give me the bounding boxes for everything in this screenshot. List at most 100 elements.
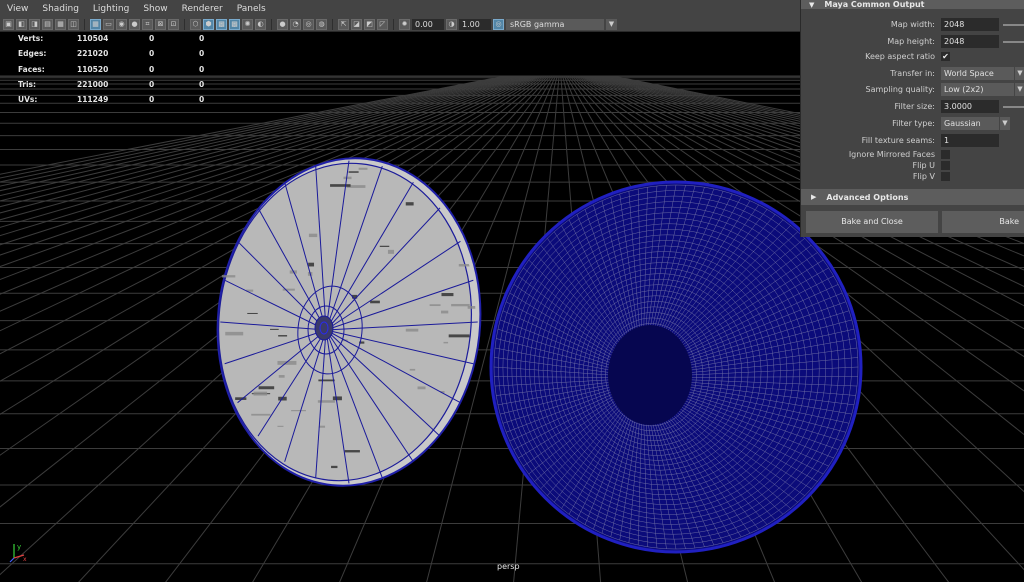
left-disc-mesh: [216, 157, 487, 487]
map-width-row: Map width: 2048: [801, 18, 1024, 32]
shadows-icon[interactable]: ◐: [255, 18, 266, 30]
right-dense-mesh: [489, 180, 863, 554]
resolution-gate-icon[interactable]: ▭: [103, 18, 114, 30]
hud-value: 110520: [77, 64, 109, 74]
chevron-down-icon[interactable]: ▼: [1015, 83, 1024, 96]
sampling-label: Sampling quality:: [865, 85, 935, 94]
color-management-icon[interactable]: ◎: [493, 18, 504, 30]
grid-toggle-icon[interactable]: ▦: [55, 18, 66, 30]
safe-action-icon[interactable]: ⌗: [142, 18, 153, 30]
xray-icon[interactable]: ⊡: [168, 18, 179, 30]
hud-label: Verts:: [18, 34, 44, 43]
safe-title-icon[interactable]: ⊠: [155, 18, 166, 30]
gamma-icon[interactable]: ◑: [446, 18, 457, 30]
filter-size-row: Filter size: 3.0000: [801, 100, 1024, 114]
flip-u-label: Flip U: [912, 161, 935, 170]
fill-seams-field[interactable]: 1: [941, 134, 999, 147]
map-height-field[interactable]: 2048: [941, 35, 999, 48]
film-gate-icon[interactable]: ◫: [68, 18, 79, 30]
gamma-field[interactable]: 1.00: [459, 18, 491, 30]
motion-blur-icon[interactable]: ◔: [290, 18, 301, 30]
section-title: Advanced Options: [826, 192, 909, 202]
default-material-icon[interactable]: ▩: [216, 18, 227, 30]
chevron-down-icon[interactable]: ▼: [606, 18, 617, 30]
sampling-row: Sampling quality: Low (2x2) ▼: [801, 83, 1024, 97]
bake-buttons: Bake and Close Bake: [801, 211, 1024, 235]
toolbar-separator: [184, 18, 185, 30]
keep-aspect-checkbox[interactable]: ✔: [941, 52, 950, 61]
depth-of-field-icon[interactable]: ◍: [316, 18, 327, 30]
section-header-common-output[interactable]: ▼ Maya Common Output: [801, 0, 1024, 9]
axis-gizmo-icon: y x: [9, 543, 27, 563]
textured-icon[interactable]: ▩: [229, 18, 240, 30]
menu-shading[interactable]: Shading: [35, 4, 86, 14]
hud-value: 0: [199, 34, 205, 43]
bake-and-close-button[interactable]: Bake and Close: [806, 211, 938, 233]
axis-y-label: y: [17, 543, 21, 551]
filter-size-slider[interactable]: [1003, 106, 1024, 108]
transfer-in-dropdown[interactable]: World Space: [941, 67, 1014, 80]
fill-seams-row: Fill texture seams: 1: [801, 134, 1024, 148]
screen-space-ao-icon[interactable]: ●: [277, 18, 288, 30]
hud-value: 0: [149, 34, 155, 43]
wireframe-shaded-icon[interactable]: ⬡: [190, 18, 201, 30]
filter-type-row: Filter type: Gaussian ▼: [801, 117, 1024, 131]
collapse-triangle-icon: ▼: [809, 0, 815, 9]
toolbar-separator: [332, 18, 333, 30]
map-height-label: Map height:: [887, 37, 935, 46]
menu-lighting[interactable]: Lighting: [86, 4, 136, 14]
hud-value: 0: [149, 64, 155, 74]
filter-size-field[interactable]: 3.0000: [941, 100, 999, 113]
xray-joints-icon[interactable]: ◪: [351, 18, 362, 30]
gate-mask-icon[interactable]: ◉: [116, 18, 127, 30]
wireframe-icon[interactable]: ▦: [90, 18, 101, 30]
xray-active-icon[interactable]: ◩: [364, 18, 375, 30]
toolbar-separator: [271, 18, 272, 30]
hud-value: 0: [149, 79, 155, 89]
keep-aspect-row: Keep aspect ratio ✔: [801, 50, 1024, 64]
map-height-slider[interactable]: [1003, 41, 1024, 43]
camera-attributes-icon[interactable]: ◧: [16, 18, 27, 30]
fill-seams-label: Fill texture seams:: [861, 136, 935, 145]
toolbar-separator: [393, 18, 394, 30]
field-chart-icon[interactable]: ●: [129, 18, 140, 30]
flip-v-checkbox[interactable]: [941, 172, 950, 181]
hud-value: 0: [199, 95, 205, 105]
lights-icon[interactable]: ✺: [242, 18, 253, 30]
filter-type-label: Filter type:: [892, 119, 935, 128]
anti-aliasing-icon[interactable]: ◎: [303, 18, 314, 30]
expand-triangle-icon: ▶: [811, 193, 817, 201]
map-width-field[interactable]: 2048: [941, 18, 999, 31]
flip-v-label: Flip V: [912, 172, 935, 181]
color-space-dropdown[interactable]: sRGB gamma: [506, 18, 604, 30]
smooth-shade-icon[interactable]: ⬢: [203, 18, 214, 30]
flip-u-checkbox[interactable]: [941, 161, 950, 170]
sampling-dropdown[interactable]: Low (2x2): [941, 83, 1014, 96]
toolbar-separator: [84, 18, 85, 30]
exposure-icon[interactable]: ✹: [399, 18, 410, 30]
hud-value: 0: [199, 79, 205, 89]
menu-view[interactable]: View: [0, 4, 35, 14]
menu-show[interactable]: Show: [136, 4, 174, 14]
select-camera-icon[interactable]: ▣: [3, 18, 14, 30]
bake-button[interactable]: Bake: [942, 211, 1024, 233]
ignore-mirrored-checkbox[interactable]: [941, 150, 950, 159]
bookmark-icon[interactable]: ◨: [29, 18, 40, 30]
isolate-select-icon[interactable]: ⇱: [338, 18, 349, 30]
filter-type-dropdown[interactable]: Gaussian: [941, 117, 999, 130]
menu-renderer[interactable]: Renderer: [175, 4, 230, 14]
chevron-down-icon[interactable]: ▼: [1000, 117, 1010, 130]
section-header-advanced-options[interactable]: ▶ Advanced Options: [801, 189, 1024, 205]
menu-panels[interactable]: Panels: [230, 4, 273, 14]
map-width-slider[interactable]: [1003, 24, 1024, 26]
image-plane-icon[interactable]: ▤: [42, 18, 53, 30]
bake-options-panel: ▼ Maya Common Output Map width: 2048 Map…: [800, 0, 1024, 237]
hud-value: 221000: [77, 79, 109, 89]
backface-culling-icon[interactable]: ◸: [377, 18, 388, 30]
exposure-field[interactable]: 0.00: [412, 18, 444, 30]
hud-value: 110504: [77, 34, 109, 43]
axis-x-label: x: [23, 556, 27, 563]
hud-value: 221020: [77, 49, 109, 59]
hud-label: Edges:: [18, 49, 47, 59]
chevron-down-icon[interactable]: ▼: [1015, 67, 1024, 80]
